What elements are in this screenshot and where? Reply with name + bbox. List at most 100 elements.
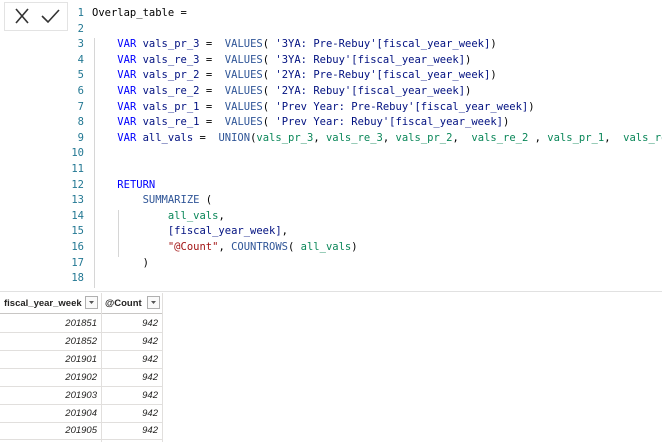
- code-token: ,: [218, 241, 232, 253]
- cell-count: 942: [142, 353, 158, 365]
- commit-formula-button[interactable]: [38, 5, 62, 27]
- code-token: vals_re_2: [471, 131, 529, 144]
- code-token: ): [351, 241, 358, 253]
- code-line[interactable]: 1 Overlap_table =: [70, 7, 660, 23]
- line-number: 10: [71, 147, 84, 160]
- line-number: 17: [71, 256, 84, 269]
- code-token: COUNTROWS: [231, 241, 288, 253]
- code-token: Overlap_table =: [92, 7, 194, 19]
- chevron-down-icon[interactable]: [85, 296, 98, 309]
- code-line[interactable]: 2: [70, 23, 660, 39]
- code-token: ): [490, 38, 497, 51]
- code-line[interactable]: 14 all_vals,: [70, 210, 660, 226]
- line-number: 18: [71, 272, 84, 285]
- cell-fiscal-year-week: 201852: [65, 335, 97, 347]
- cell-fiscal-year-week: 201851: [65, 318, 97, 329]
- code-token: (: [262, 53, 276, 66]
- line-number: 1: [77, 7, 84, 19]
- cancel-formula-button[interactable]: [10, 5, 34, 27]
- code-token: vals_pr_2: [395, 131, 453, 144]
- line-number: 6: [77, 85, 84, 97]
- column-header-label: fiscal_year_week: [4, 298, 82, 309]
- code-token: ,: [218, 209, 225, 222]
- formula-editor[interactable]: 1 Overlap_table = 2 3 VAR vals_pr_3 = VALU…: [0, 0, 662, 292]
- code-token: VAR: [117, 53, 137, 66]
- code-token: all_vals: [300, 241, 352, 253]
- line-number: 7: [77, 100, 84, 113]
- code-text: ): [92, 257, 149, 269]
- table-row[interactable]: 201903 942: [0, 386, 162, 405]
- line-number: 11: [71, 163, 84, 175]
- code-text: "@Count", COUNTROWS( all_vals): [92, 241, 358, 253]
- code-line[interactable]: 9 VAR all_vals = UNION(vals_pr_3, vals_r…: [70, 131, 662, 148]
- table-row[interactable]: 201851 942: [0, 314, 162, 333]
- code-line[interactable]: 17 ): [70, 257, 660, 273]
- code-token: VAR: [117, 131, 137, 144]
- code-line[interactable]: 4 VAR vals_re_3 = VALUES( '3YA: Rebuy'[f…: [70, 54, 660, 70]
- cell-fiscal-year-week: 201905: [65, 425, 97, 437]
- code-token: "@Count": [167, 241, 219, 253]
- code-line[interactable]: 6 VAR vals_re_2 = VALUES( '2YA: Rebuy'[f…: [70, 85, 660, 101]
- formula-action-buttons: [4, 2, 68, 31]
- code-line[interactable]: 15 [fiscal_year_week],: [70, 225, 660, 241]
- code-token: VALUES: [224, 85, 263, 97]
- table-row[interactable]: 201904 942: [0, 404, 162, 423]
- line-number: 8: [77, 116, 84, 129]
- cell-fiscal-year-week: 201901: [65, 353, 97, 365]
- code-token: vals_pr_3: [142, 38, 200, 51]
- table-row[interactable]: 201905 942: [0, 421, 162, 441]
- code-token: VAR: [117, 38, 137, 51]
- code-text: VAR vals_pr_1 = VALUES( 'Prev Year: Pre-…: [92, 100, 534, 113]
- code-line[interactable]: 10: [70, 147, 660, 163]
- code-token: vals_pr_2: [142, 69, 200, 82]
- line-number: 16: [71, 241, 84, 253]
- cell-count: 942: [142, 389, 158, 401]
- close-icon: [10, 5, 34, 27]
- column-header-fiscal-year-week[interactable]: fiscal_year_week: [0, 293, 101, 313]
- chevron-down-icon[interactable]: [147, 296, 160, 309]
- cell-count: 942: [142, 407, 158, 419]
- table-row[interactable]: 201902 942: [0, 368, 162, 387]
- code-token: [fiscal_year_week]: [167, 225, 282, 238]
- table-row[interactable]: 201901 942: [0, 350, 162, 369]
- code-token: ): [465, 85, 472, 97]
- code-line[interactable]: 7 VAR vals_pr_1 = VALUES( 'Prev Year: Pr…: [70, 101, 660, 117]
- code-token: vals_pr_1: [142, 100, 200, 113]
- code-token: RETURN: [117, 178, 156, 191]
- code-token: (: [199, 194, 213, 207]
- line-number: 5: [77, 69, 84, 82]
- code-line[interactable]: 12 RETURN: [70, 179, 660, 195]
- code-token: 'Prev Year: Pre-Rebuy'[fiscal_year_week]: [275, 100, 529, 113]
- table-row[interactable]: 201852 942: [0, 332, 162, 351]
- code-line[interactable]: 18: [70, 272, 660, 288]
- column-header-count[interactable]: @Count: [101, 293, 162, 313]
- code-token: VALUES: [224, 100, 263, 113]
- code-token: '3YA: Rebuy'[fiscal_year_week]: [275, 53, 466, 66]
- cell-count: 942: [142, 425, 158, 437]
- table-header: fiscal_year_week @Count: [0, 293, 162, 314]
- check-icon: [38, 5, 62, 27]
- cell-fiscal-year-week: 201903: [65, 389, 97, 401]
- code-token: VALUES: [224, 53, 263, 66]
- code-line[interactable]: 11: [70, 163, 660, 179]
- indent-guide: [118, 209, 119, 257]
- code-line[interactable]: 13 SUMMARIZE (: [70, 194, 660, 210]
- code-token: =: [199, 100, 225, 113]
- code-line[interactable]: 5 VAR vals_pr_2 = VALUES( '2YA: Pre-Rebu…: [70, 69, 660, 85]
- line-number: 9: [77, 131, 84, 144]
- code-line[interactable]: 3 VAR vals_pr_3 = VALUES( '3YA: Pre-Rebu…: [70, 38, 660, 54]
- code-text: VAR all_vals = UNION(vals_pr_3, vals_re_…: [92, 132, 662, 144]
- code-text: SUMMARIZE (: [92, 194, 213, 207]
- code-token: UNION: [218, 131, 251, 144]
- line-number: 3: [77, 38, 84, 51]
- code-line[interactable]: 8 VAR vals_re_1 = VALUES( 'Prev Year: Re…: [70, 116, 660, 132]
- code-text: RETURN: [92, 179, 155, 191]
- code-token: vals_re_1: [142, 116, 200, 129]
- code-line[interactable]: 16 "@Count", COUNTROWS( all_vals): [70, 241, 660, 257]
